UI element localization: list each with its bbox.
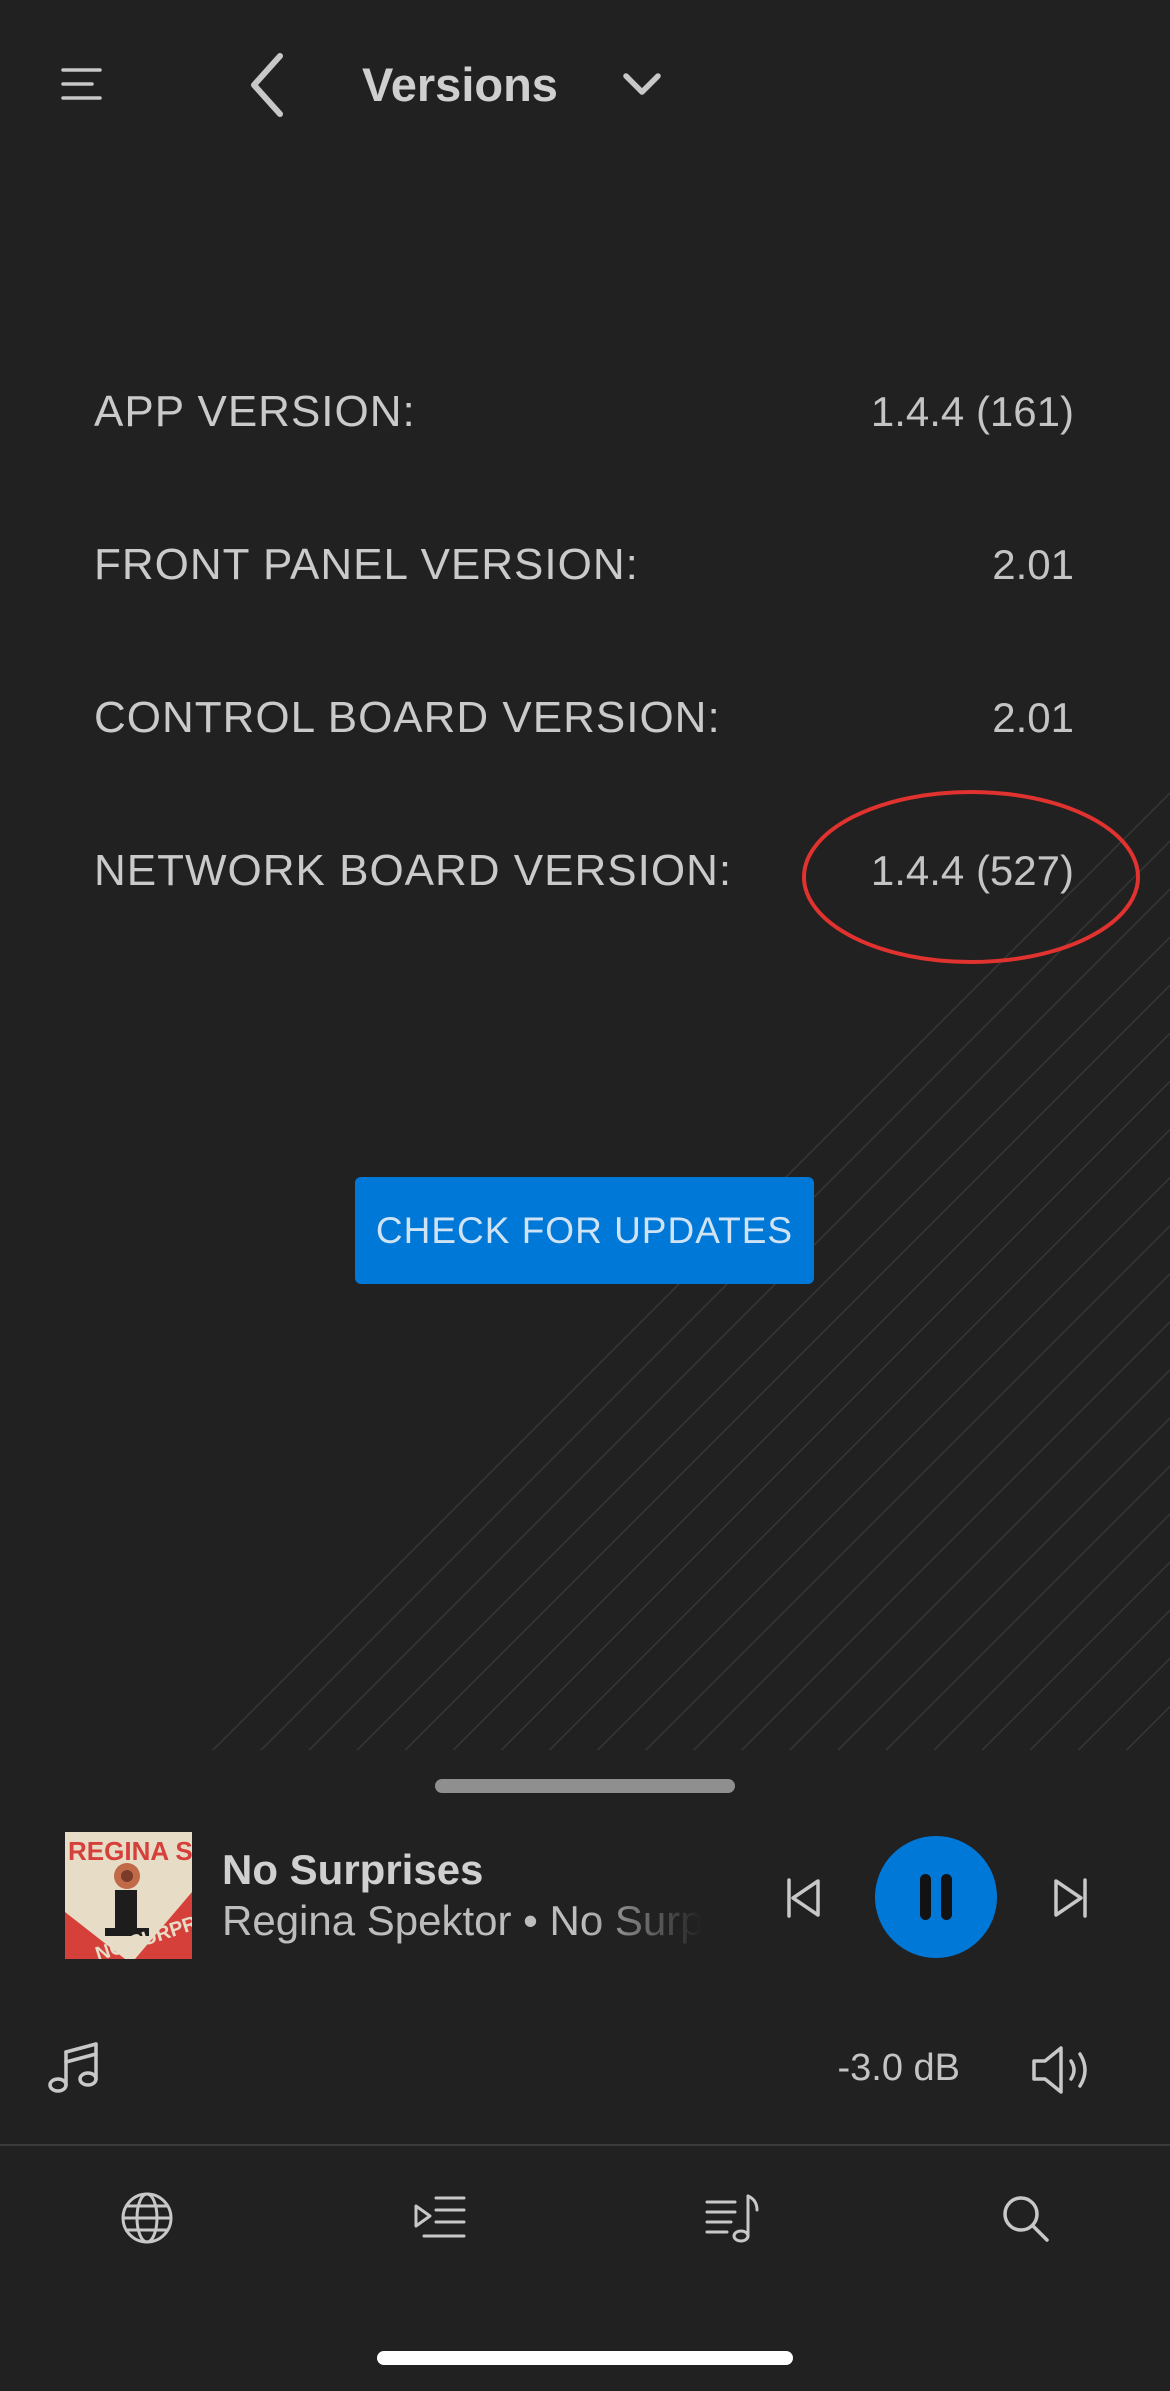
front-panel-version-label: FRONT PANEL VERSION: — [94, 540, 639, 589]
music-library-icon[interactable] — [705, 2190, 761, 2246]
app-version-label: APP VERSION: — [94, 387, 416, 436]
front-panel-version-value: 2.01 — [992, 541, 1074, 588]
skip-next-icon[interactable] — [1050, 1876, 1090, 1920]
page-title: Versions — [362, 58, 558, 111]
control-board-version-value: 2.01 — [992, 694, 1074, 741]
divider — [0, 2144, 1170, 2146]
track-title[interactable]: No Surprises — [222, 1842, 483, 1898]
queue-play-icon[interactable] — [412, 2190, 468, 2246]
speaker-volume-icon[interactable] — [1030, 2044, 1098, 2096]
album-art[interactable]: REGINA SPEKTOR NO SURPRISES — [65, 1832, 192, 1959]
drag-handle[interactable] — [435, 1779, 735, 1793]
skip-previous-icon[interactable] — [784, 1876, 824, 1920]
music-note-icon[interactable] — [46, 2040, 102, 2096]
search-icon[interactable] — [997, 2190, 1053, 2246]
chevron-down-icon[interactable] — [620, 66, 664, 102]
pause-icon — [920, 1874, 952, 1920]
pause-button[interactable] — [875, 1836, 997, 1958]
track-artist-album[interactable]: Regina Spektor • No Surprises — [222, 1893, 702, 1949]
app-version-value: 1.4.4 (161) — [870, 388, 1074, 435]
check-for-updates-button[interactable]: CHECK FOR UPDATES — [355, 1177, 814, 1284]
volume-level: -3.0 dB — [837, 2047, 960, 2089]
control-board-version-label: CONTROL BOARD VERSION: — [94, 693, 721, 742]
album-art-text-top: REGINA SPEKTOR — [68, 1836, 192, 1866]
highlight-annotation-ellipse — [802, 790, 1140, 964]
home-indicator[interactable] — [377, 2351, 793, 2365]
hamburger-menu-icon[interactable] — [60, 66, 106, 102]
globe-icon[interactable] — [119, 2190, 175, 2246]
network-board-version-label: NETWORK BOARD VERSION: — [94, 846, 733, 895]
chevron-left-icon[interactable] — [246, 50, 288, 120]
